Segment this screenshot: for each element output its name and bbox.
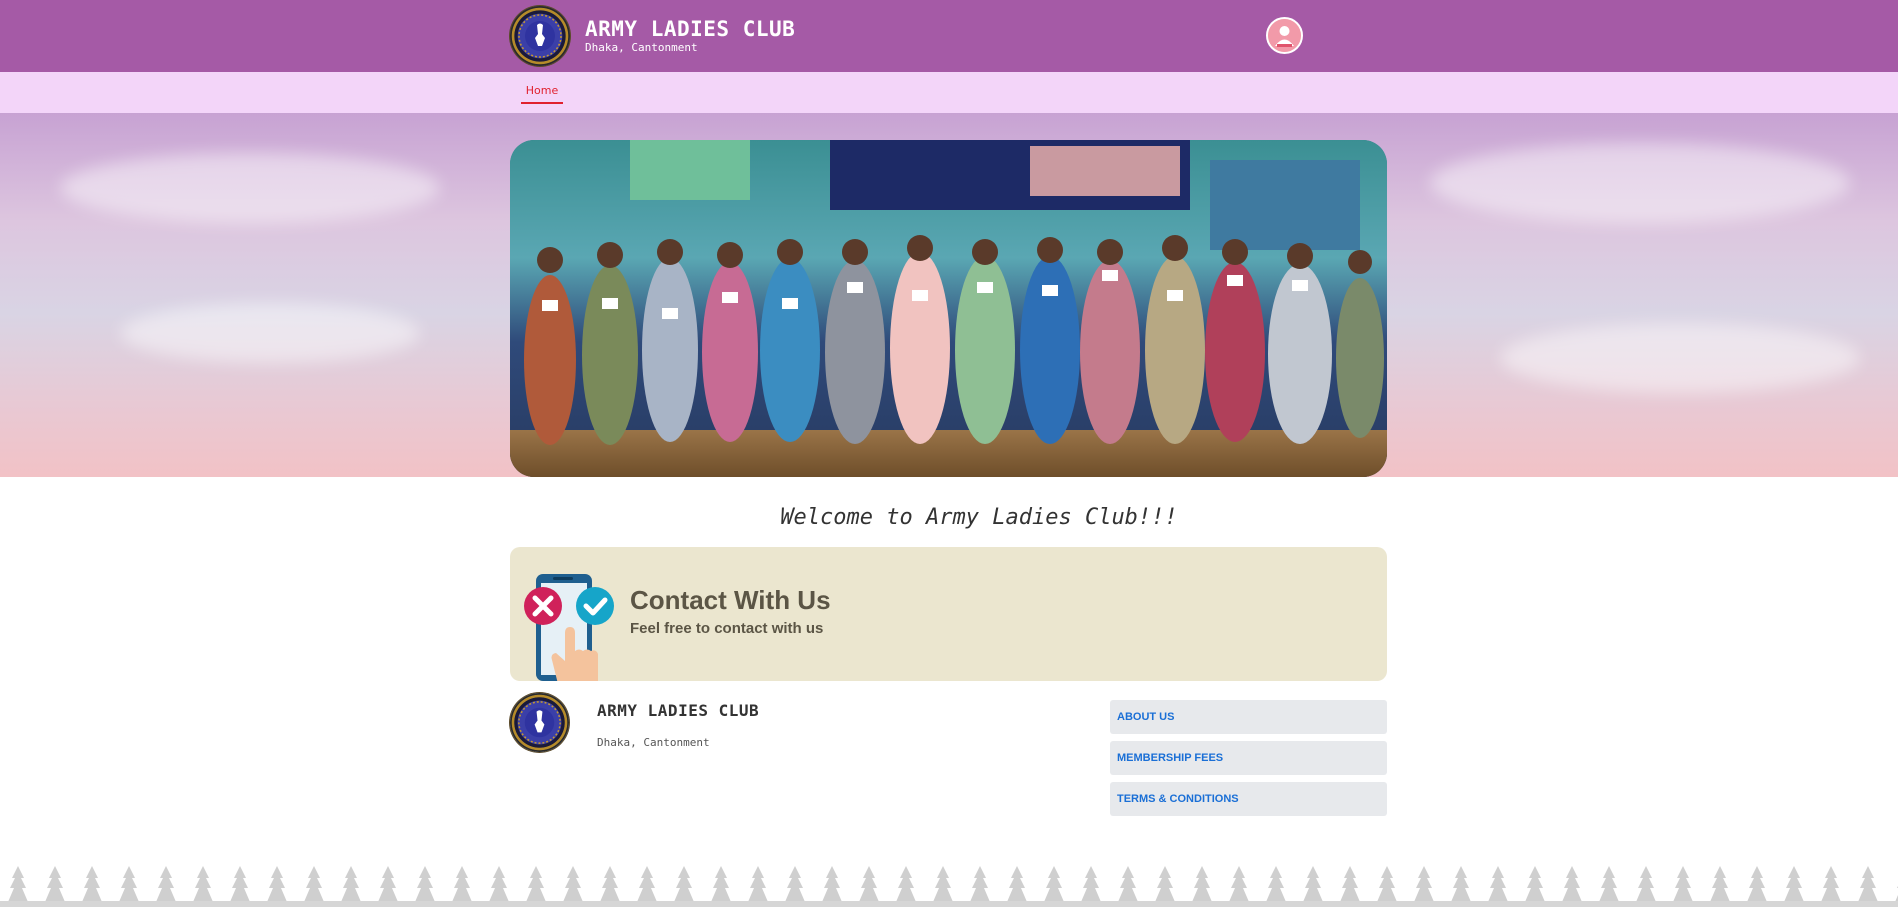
club-emblem-icon[interactable] — [510, 6, 570, 66]
site-header: ARMY LADIES CLUB Dhaka, Cantonment — [0, 0, 1898, 72]
nav-item-home[interactable]: Home — [521, 84, 563, 104]
site-subtitle: Dhaka, Cantonment — [585, 41, 698, 54]
welcome-heading: Welcome to Army Ladies Club!!! — [780, 505, 1178, 530]
border-motif — [600, 866, 620, 902]
border-motif — [1081, 866, 1101, 902]
border-motif — [489, 866, 509, 902]
border-motif — [452, 866, 472, 902]
brand[interactable]: ARMY LADIES CLUB Dhaka, Cantonment — [510, 5, 795, 67]
border-motif — [1673, 866, 1693, 902]
border-motif — [785, 866, 805, 902]
border-motif — [1414, 866, 1434, 902]
border-motif — [1007, 866, 1027, 902]
border-motif — [82, 866, 102, 902]
border-motif — [711, 866, 731, 902]
border-motif — [156, 866, 176, 902]
border-motif — [415, 866, 435, 902]
border-motif — [1858, 866, 1878, 902]
border-motif — [1821, 866, 1841, 902]
border-motif — [1451, 866, 1471, 902]
border-motif — [1710, 866, 1730, 902]
border-motif — [896, 866, 916, 902]
border-motif — [563, 866, 583, 902]
footer-title: ARMY LADIES CLUB — [597, 701, 760, 720]
border-motif — [674, 866, 694, 902]
border-motif — [45, 866, 65, 902]
footer-link-terms-conditions[interactable]: TERMS & CONDITIONS — [1110, 782, 1387, 816]
contact-card[interactable]: Contact With Us Feel free to contact wit… — [510, 547, 1387, 681]
border-motif — [1266, 866, 1286, 902]
border-motif — [859, 866, 879, 902]
border-motif — [1525, 866, 1545, 902]
user-avatar-icon[interactable] — [1266, 17, 1303, 54]
border-motif — [1303, 866, 1323, 902]
contact-title: Contact With Us — [630, 585, 831, 615]
border-motif — [304, 866, 324, 902]
border-motif — [341, 866, 361, 902]
footer-link-membership-fees[interactable]: MEMBERSHIP FEES — [1110, 741, 1387, 775]
border-motif — [1636, 866, 1656, 902]
border-motif — [822, 866, 842, 902]
border-motif — [1784, 866, 1804, 902]
phone-contact-icon — [523, 571, 623, 681]
border-motif — [1377, 866, 1397, 902]
footer-link-about-us[interactable]: ABOUT US — [1110, 700, 1387, 734]
border-motif — [230, 866, 250, 902]
border-motif — [1155, 866, 1175, 902]
footer-links: ABOUT US MEMBERSHIP FEES TERMS & CONDITI… — [1110, 700, 1387, 823]
border-motif — [267, 866, 287, 902]
border-motif — [1488, 866, 1508, 902]
hero-banner — [0, 113, 1898, 477]
border-motif — [933, 866, 953, 902]
border-motif — [1562, 866, 1582, 902]
border-motif — [1340, 866, 1360, 902]
border-motif — [526, 866, 546, 902]
border-motif — [970, 866, 990, 902]
border-motif — [748, 866, 768, 902]
contact-subtitle: Feel free to contact with us — [630, 620, 824, 637]
border-motif — [193, 866, 213, 902]
border-motif — [8, 866, 28, 902]
border-motif — [1118, 866, 1138, 902]
footer-subtitle: Dhaka, Cantonment — [597, 736, 710, 749]
border-baseline — [0, 901, 1898, 907]
border-motif — [1192, 866, 1212, 902]
border-motif — [1044, 866, 1064, 902]
site-title: ARMY LADIES CLUB — [585, 17, 796, 41]
footer-club-emblem-icon — [510, 693, 569, 752]
border-motif — [378, 866, 398, 902]
border-motif — [1599, 866, 1619, 902]
border-motif — [1747, 866, 1767, 902]
border-motif — [637, 866, 657, 902]
main-nav: Home — [0, 72, 1898, 113]
decorative-border — [0, 857, 1898, 907]
border-motif — [1229, 866, 1249, 902]
group-photo — [510, 140, 1387, 477]
border-motif — [119, 866, 139, 902]
